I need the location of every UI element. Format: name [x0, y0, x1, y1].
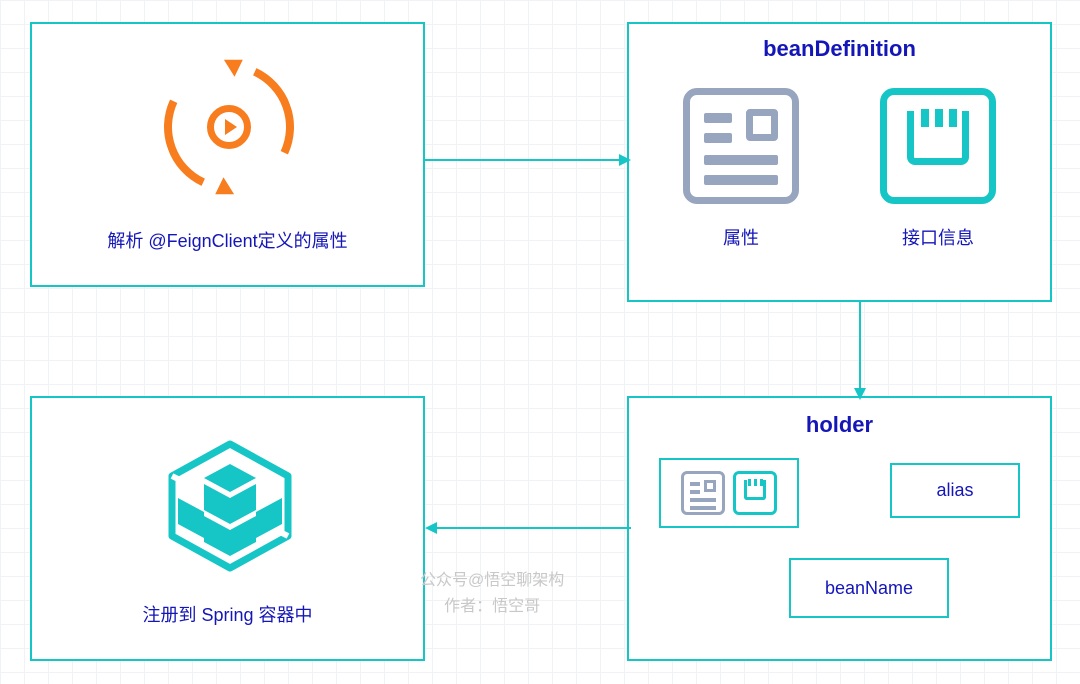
- spinner-icon: [164, 62, 294, 192]
- box-holder: holder alias beanName: [627, 396, 1052, 661]
- holder-beanname: beanName: [789, 558, 949, 618]
- watermark-line2: 作者：悟空哥: [420, 594, 564, 620]
- iface-label: 接口信息: [880, 224, 996, 250]
- watermark: 公众号@悟空聊架构 作者：悟空哥: [420, 568, 564, 619]
- box-parse: 解析 @FeignClient定义的属性: [30, 22, 425, 287]
- form-icon: [683, 88, 799, 204]
- arrow-parse-to-beandef: [425, 150, 635, 170]
- arrow-beandef-to-holder: [850, 302, 870, 402]
- register-caption: 注册到 Spring 容器中: [32, 601, 423, 627]
- holder-mini-beandef: [659, 458, 799, 528]
- alias-label: alias: [936, 480, 973, 501]
- watermark-line1: 公众号@悟空聊架构: [420, 568, 564, 594]
- mini-port-icon: [733, 471, 777, 515]
- mini-form-icon: [681, 471, 725, 515]
- port-icon: [880, 88, 996, 204]
- holder-title: holder: [629, 412, 1050, 438]
- box-bean-definition: beanDefinition 属性 接口信息: [627, 22, 1052, 302]
- box-register: 注册到 Spring 容器中: [30, 396, 425, 661]
- holder-alias: alias: [890, 463, 1020, 518]
- arrow-holder-to-register: [425, 518, 635, 538]
- attrs-label: 属性: [683, 224, 799, 250]
- cube-icon: [160, 436, 300, 576]
- bean-def-title: beanDefinition: [629, 36, 1050, 62]
- parse-caption: 解析 @FeignClient定义的属性: [32, 227, 423, 253]
- beanname-label: beanName: [825, 578, 913, 599]
